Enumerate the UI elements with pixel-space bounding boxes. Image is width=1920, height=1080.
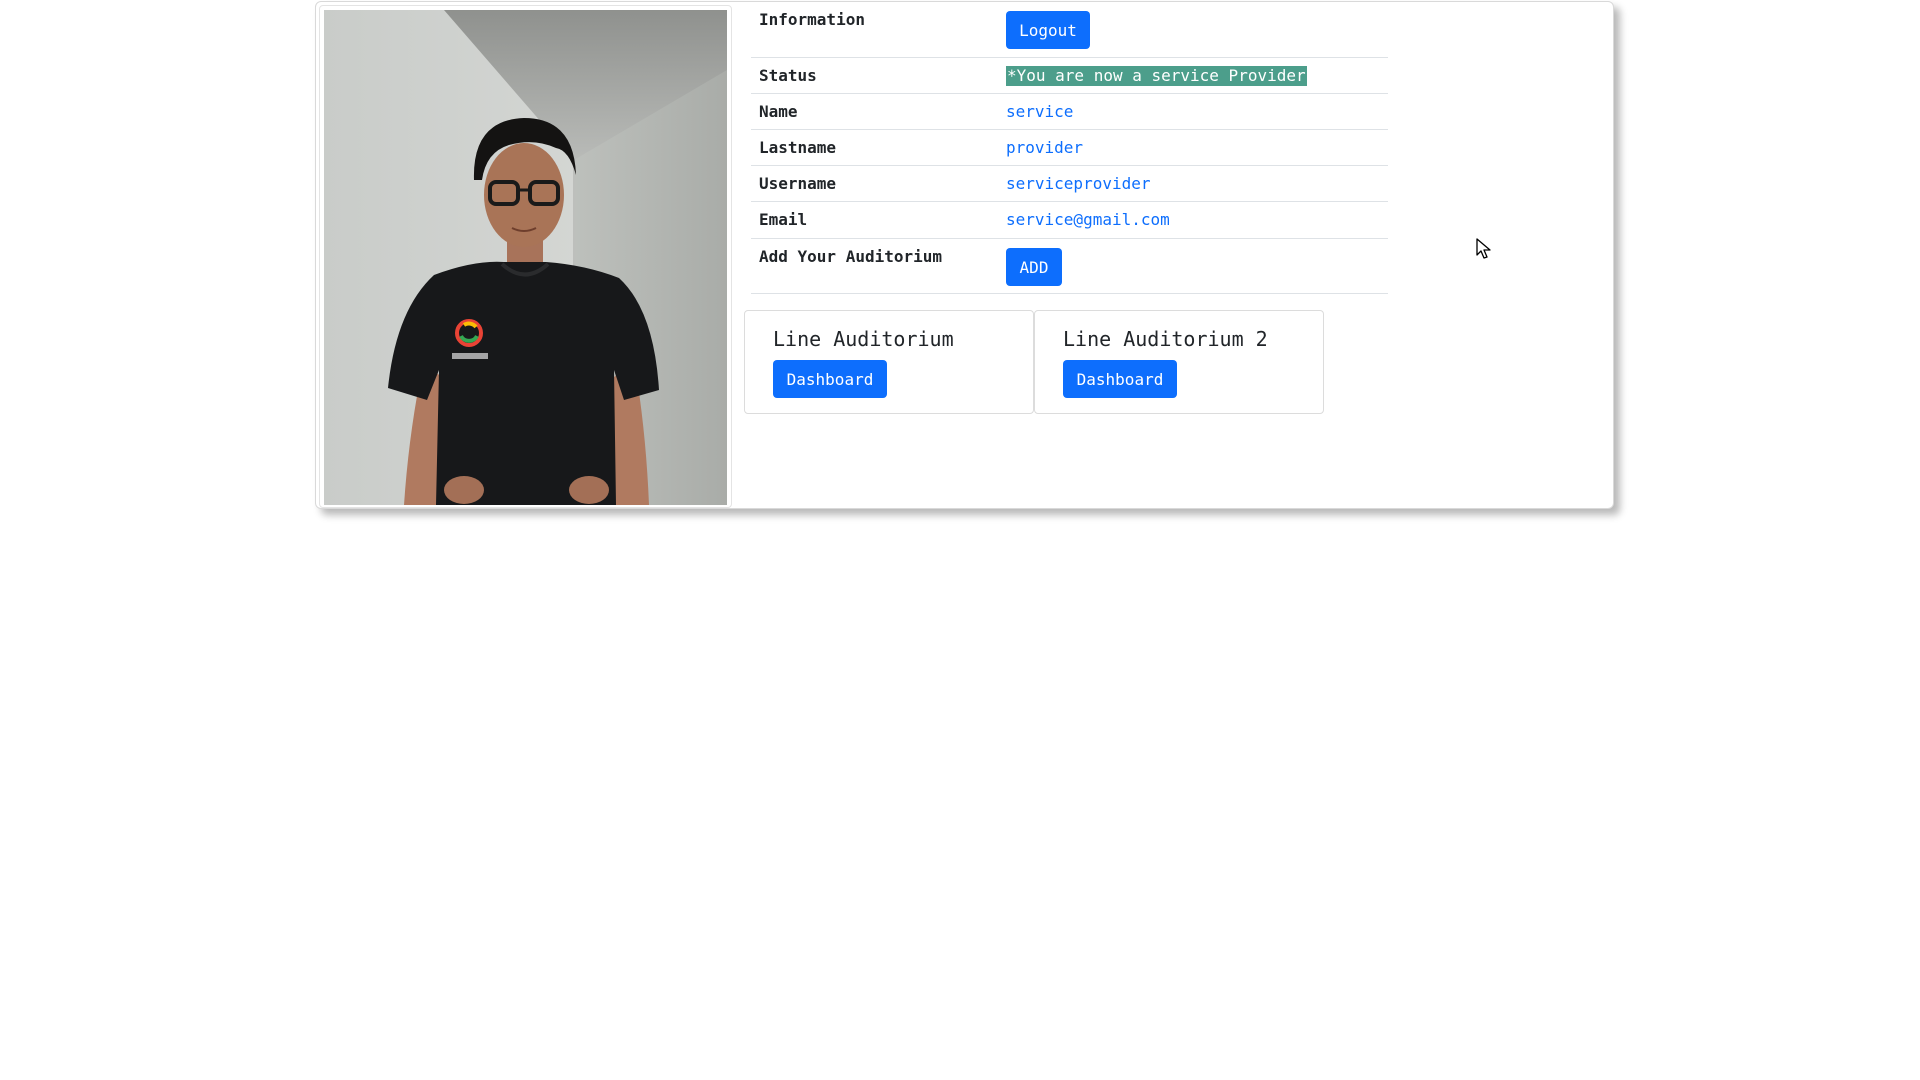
status-badge: *You are now a service Provider [1006,66,1307,86]
add-auditorium-label: Add Your Auditorium [759,247,943,266]
auditorium-title: Line Auditorium 2 [1063,327,1268,351]
info-row-label: Status [759,66,817,85]
info-row-label: Lastname [759,138,837,157]
info-row-label: Name [759,102,798,121]
profile-card: Information Logout Status *You are now a… [315,1,1614,509]
info-row-value: serviceprovider [1006,174,1151,193]
auditorium-card: Line Auditorium Dashboard [744,310,1034,414]
logout-button[interactable]: Logout [1006,11,1090,49]
info-row-lastname: Lastname provider [751,130,1388,166]
dashboard-button[interactable]: Dashboard [1063,360,1177,398]
dashboard-button[interactable]: Dashboard [773,360,887,398]
info-row-label: Username [759,174,837,193]
profile-photo [324,10,727,505]
info-header-label: Information [759,10,865,29]
info-row-value: provider [1006,138,1084,157]
profile-photo-frame [319,5,732,508]
info-row-value: service [1006,102,1074,121]
mouse-cursor-icon [1476,238,1491,259]
add-auditorium-button[interactable]: ADD [1006,248,1062,286]
auditorium-card: Line Auditorium 2 Dashboard [1034,310,1324,414]
info-header-row: Information Logout [751,2,1388,58]
info-row-add-auditorium: Add Your Auditorium ADD [751,239,1388,294]
auditorium-title: Line Auditorium [773,327,954,351]
info-row-label: Email [759,210,808,229]
info-row-email: Email service@gmail.com [751,202,1388,239]
info-row-name: Name service [751,94,1388,130]
info-row-value: service@gmail.com [1006,210,1170,229]
info-row-username: Username serviceprovider [751,166,1388,202]
